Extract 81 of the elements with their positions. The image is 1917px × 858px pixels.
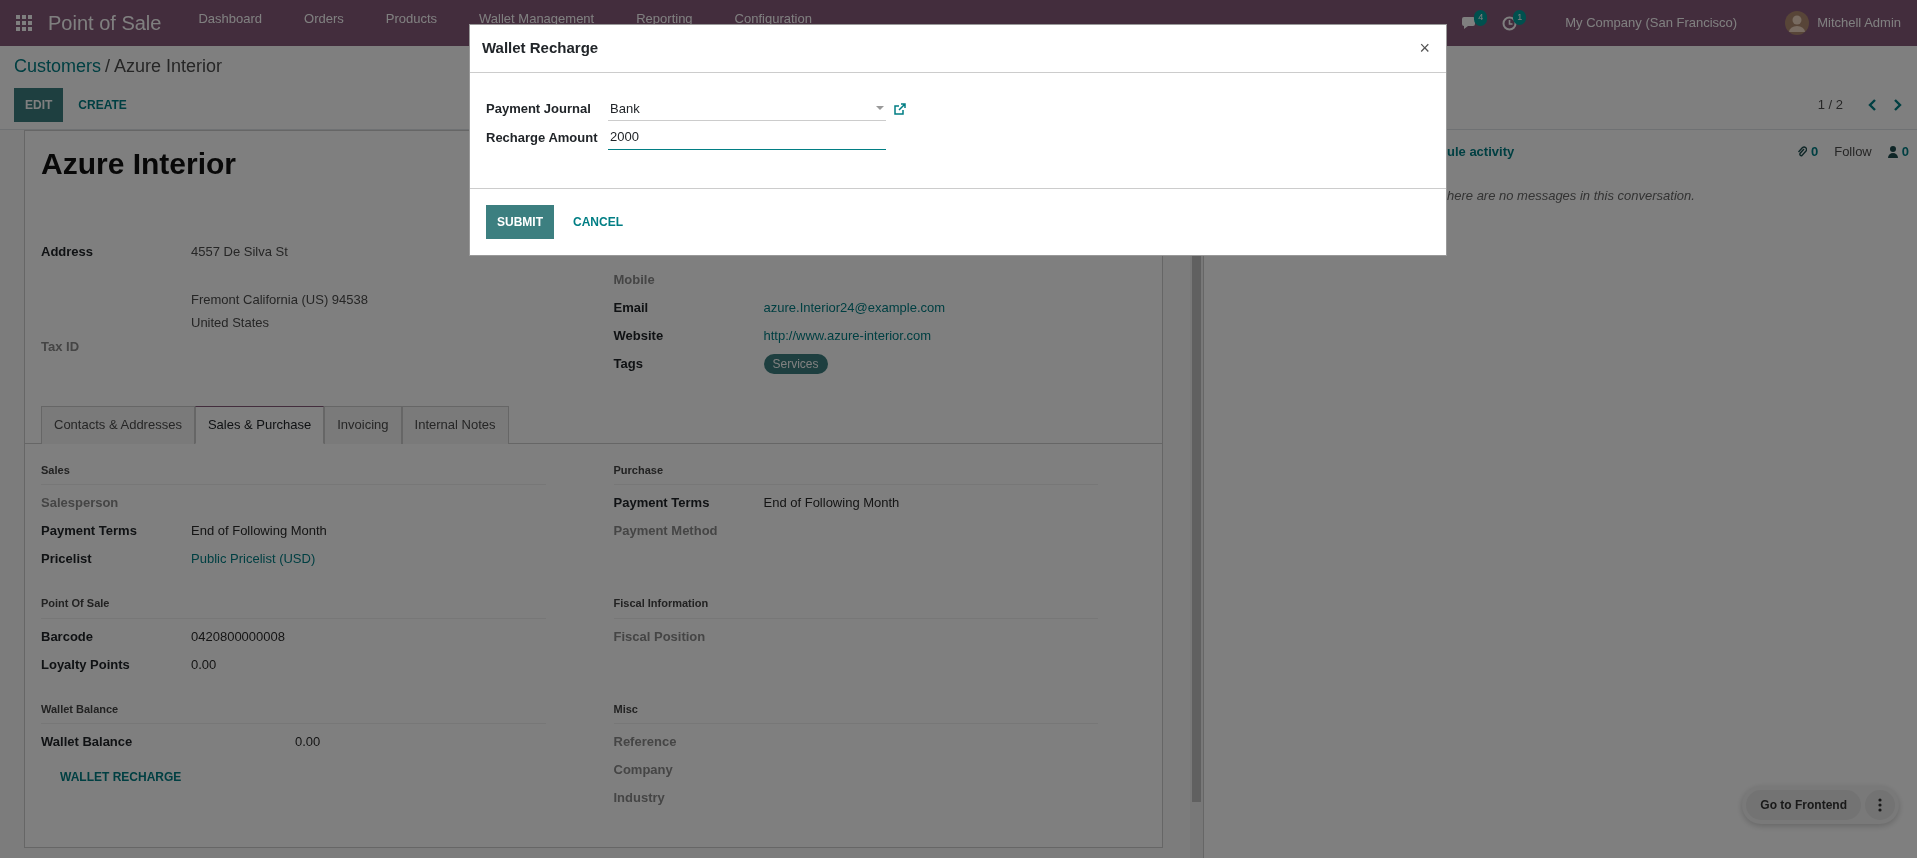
apps-menu-icon[interactable] [16,15,32,31]
field-label: Payment Terms [41,522,138,540]
previous-icon[interactable] [1867,98,1877,112]
field-label: Barcode [41,627,95,646]
menu-item[interactable]: Products [364,9,459,29]
menu-item[interactable]: Dashboard [177,9,284,29]
field-label: Recharge Amount [486,128,599,147]
field-value: 0420800000008 [191,627,285,646]
address-line: Fremont California (US) 94538 [191,290,369,309]
section-title: Wallet Balance [41,700,546,724]
field-label: Payment Method [613,522,719,540]
wallet-recharge-button[interactable]: WALLET RECHARGE [49,760,193,794]
dialog-title: Wallet Recharge [482,38,599,58]
notification-badge: 1 [1513,9,1527,25]
field-label: Mobile [613,271,656,289]
field-value: 0.00 [295,733,321,751]
field-link[interactable]: http://www.azure-interior.com [763,326,932,346]
avatar[interactable] [1785,11,1810,35]
paperclip-icon [1796,145,1807,158]
field-label: Wallet Balance [41,733,134,751]
field-link[interactable]: Public Pricelist (USD) [191,549,316,569]
tab[interactable]: Sales & Purchase [194,406,325,444]
tab[interactable]: Internal Notes [401,406,509,444]
pager-value: 1 / 2 [1817,96,1843,115]
close-button[interactable]: × [1415,39,1434,58]
kebab-icon [1878,798,1882,812]
notification-badge: 4 [1474,10,1488,26]
field-label: Fiscal Position [613,627,707,646]
field-label: Tags [613,355,644,373]
field-label: Payment Journal [486,100,592,118]
external-link-icon[interactable] [894,102,906,115]
section-title: Fiscal Information [613,595,1098,619]
field-label: Pricelist [41,550,93,568]
field-value: 0.00 [191,655,217,674]
section-title: Misc [613,700,1098,724]
cancel-button[interactable]: CANCEL [562,204,634,239]
clock-icon[interactable] [1502,15,1518,31]
address-line: 4557 De Silva St [191,243,289,261]
go-to-frontend-button[interactable]: Go to Frontend [1746,790,1861,820]
user-menu[interactable]: Mitchell Admin [1817,13,1901,33]
field-label: Loyalty Points [41,655,131,674]
record-title: Azure Interior [41,146,238,182]
person-icon [1887,145,1898,158]
input-field[interactable]: 2000 [608,125,886,150]
more-options-button[interactable] [1865,790,1895,820]
breadcrumb-current: Azure Interior [114,56,223,76]
field-value: End of Following Month [191,522,327,540]
field-label: Reference [613,733,678,751]
field-label: Tax ID [41,337,81,356]
tab[interactable]: Contacts & Addresses [41,406,195,444]
menu-item[interactable]: Orders [283,9,365,29]
field-label: Email [613,299,650,317]
caret-icon [876,105,884,110]
field-label: Website [613,327,665,345]
breadcrumb-separator: / [105,56,111,76]
breadcrumb-link[interactable]: Customers [14,56,102,76]
attachments-button[interactable]: 0 [1796,142,1819,162]
create-button[interactable]: CREATE [67,88,138,122]
field-link[interactable]: azure.Interior24@example.com [763,298,946,318]
app-name[interactable]: Point of Sale [48,8,162,38]
schedule-activity-link[interactable]: ule activity [1447,142,1515,162]
select-field[interactable]: Bank [608,96,886,121]
follow-button[interactable]: Follow [1834,142,1872,162]
field-value: End of Following Month [763,494,900,512]
field-label: Payment Terms [613,494,711,512]
section-title: Sales [41,461,546,485]
company-switcher[interactable]: My Company (San Francisco) [1565,13,1738,33]
field-label: Address [41,243,95,261]
tag: Services [763,354,828,374]
submit-button[interactable]: SUBMIT [486,204,554,239]
empty-conversation-text: here are no messages in this conversation. [1446,186,1696,205]
field-label: Industry [613,789,666,807]
field-label: Salesperson [41,494,120,512]
tab[interactable]: Invoicing [324,406,402,444]
field-label: Company [613,761,674,779]
section-title: Point Of Sale [41,595,546,619]
edit-button[interactable]: EDIT [14,88,64,122]
next-icon[interactable] [1893,98,1903,112]
section-title: Purchase [613,461,1098,485]
address-line: United States [191,314,271,332]
followers-button[interactable]: 0 [1887,142,1909,162]
